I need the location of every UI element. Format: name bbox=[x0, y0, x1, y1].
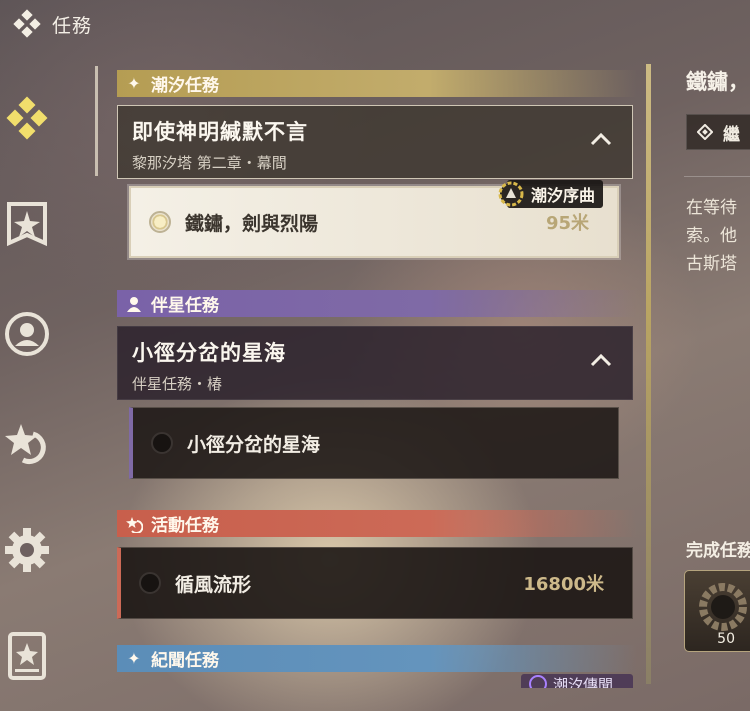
task-distance: 16800米 bbox=[523, 574, 604, 595]
description-line: 在等待 bbox=[686, 198, 737, 218]
category-tide: ✦ 潮汐任務 bbox=[117, 70, 637, 97]
diamond-icon bbox=[697, 124, 713, 140]
task-status-icon bbox=[151, 432, 173, 454]
task-name: 鐵鏽，劍與烈陽 bbox=[185, 212, 319, 235]
diamond-cluster-icon bbox=[13, 9, 41, 38]
quest-title: 小徑分岔的星海 bbox=[132, 341, 286, 365]
divider bbox=[684, 176, 750, 177]
banner-star-icon bbox=[7, 202, 47, 247]
nav-quest-button[interactable] bbox=[0, 88, 54, 148]
detail-description: 在等待 索。他 古斯塔 bbox=[686, 194, 737, 278]
tide-emblem-icon bbox=[498, 181, 524, 207]
description-line: 古斯塔 bbox=[686, 254, 737, 274]
chevron-up-icon[interactable] bbox=[590, 132, 612, 146]
reward-title: 完成任務 bbox=[686, 541, 750, 561]
diamond-cluster-icon bbox=[6, 96, 48, 140]
book-star-icon bbox=[8, 632, 46, 680]
category-lore: ✦ 紀聞任務 bbox=[117, 645, 637, 672]
star-swirl-icon bbox=[5, 424, 46, 464]
category-companion: 伴星任務 bbox=[117, 290, 637, 317]
sparkle-icon: ✦ bbox=[127, 74, 141, 93]
continue-label: 繼 bbox=[723, 124, 740, 145]
badge-label: 潮汐傳聞 bbox=[553, 675, 614, 689]
quest-task-event[interactable]: 循風流形 16800米 bbox=[117, 547, 633, 619]
task-name: 小徑分岔的星海 bbox=[187, 433, 321, 456]
gear-icon bbox=[5, 528, 49, 572]
quest-subtitle: 黎那汐塔 第二章・幕間 bbox=[132, 154, 287, 172]
task-status-icon bbox=[139, 572, 161, 594]
quest-header-companion[interactable]: 小徑分岔的星海 伴星任務・椿 bbox=[117, 326, 633, 400]
chevron-up-icon[interactable] bbox=[590, 353, 612, 367]
nav-companion-button[interactable] bbox=[0, 304, 54, 364]
swirl-star-icon bbox=[125, 515, 143, 533]
reward-count: 50 bbox=[717, 631, 735, 647]
category-label: 潮汐任務 bbox=[151, 76, 219, 96]
quest-header-tide[interactable]: 即使神明緘默不言 黎那汐塔 第二章・幕間 bbox=[117, 105, 633, 179]
quest-title: 即使神明緘默不言 bbox=[132, 120, 308, 144]
list-scrollbar[interactable] bbox=[646, 64, 651, 684]
side-nav bbox=[0, 60, 60, 711]
detail-title: 鐵鏽， bbox=[686, 70, 749, 94]
nav-archive-button[interactable] bbox=[0, 626, 54, 686]
category-label: 紀聞任務 bbox=[151, 651, 219, 671]
category-event: 活動任務 bbox=[117, 510, 637, 537]
page-title: 任務 bbox=[52, 14, 93, 37]
task-status-icon bbox=[149, 211, 171, 233]
nav-settings-button[interactable] bbox=[0, 520, 54, 580]
nav-event-button[interactable] bbox=[0, 412, 54, 472]
person-icon bbox=[125, 295, 143, 313]
tide-prelude-badge: 潮汐序曲 bbox=[498, 180, 604, 208]
quest-task-companion[interactable]: 小徑分岔的星海 bbox=[129, 407, 619, 479]
rumor-emblem-icon bbox=[529, 675, 547, 688]
continue-button[interactable]: 繼 bbox=[686, 114, 750, 150]
top-bar: 任務 bbox=[12, 8, 92, 40]
nav-chronicle-button[interactable] bbox=[0, 196, 54, 256]
active-indicator-line bbox=[95, 66, 98, 176]
description-line: 索。他 bbox=[686, 226, 737, 246]
tide-rumor-badge: 潮汐傳聞 bbox=[521, 674, 633, 688]
quest-subtitle: 伴星任務・椿 bbox=[132, 375, 223, 393]
category-label: 活動任務 bbox=[151, 516, 219, 536]
task-distance: 95米 bbox=[545, 213, 589, 234]
quest-detail-panel: 鐵鏽， 繼 在等待 索。他 古斯塔 完成任務 50 bbox=[684, 0, 750, 711]
person-circle-icon bbox=[5, 312, 49, 356]
sparkle-icon: ✦ bbox=[127, 649, 141, 668]
task-name: 循風流形 bbox=[175, 573, 252, 596]
reward-item[interactable]: 50 bbox=[684, 570, 750, 652]
badge-label: 潮汐序曲 bbox=[531, 186, 596, 205]
gear-ring-icon bbox=[699, 583, 747, 631]
category-label: 伴星任務 bbox=[151, 296, 219, 316]
